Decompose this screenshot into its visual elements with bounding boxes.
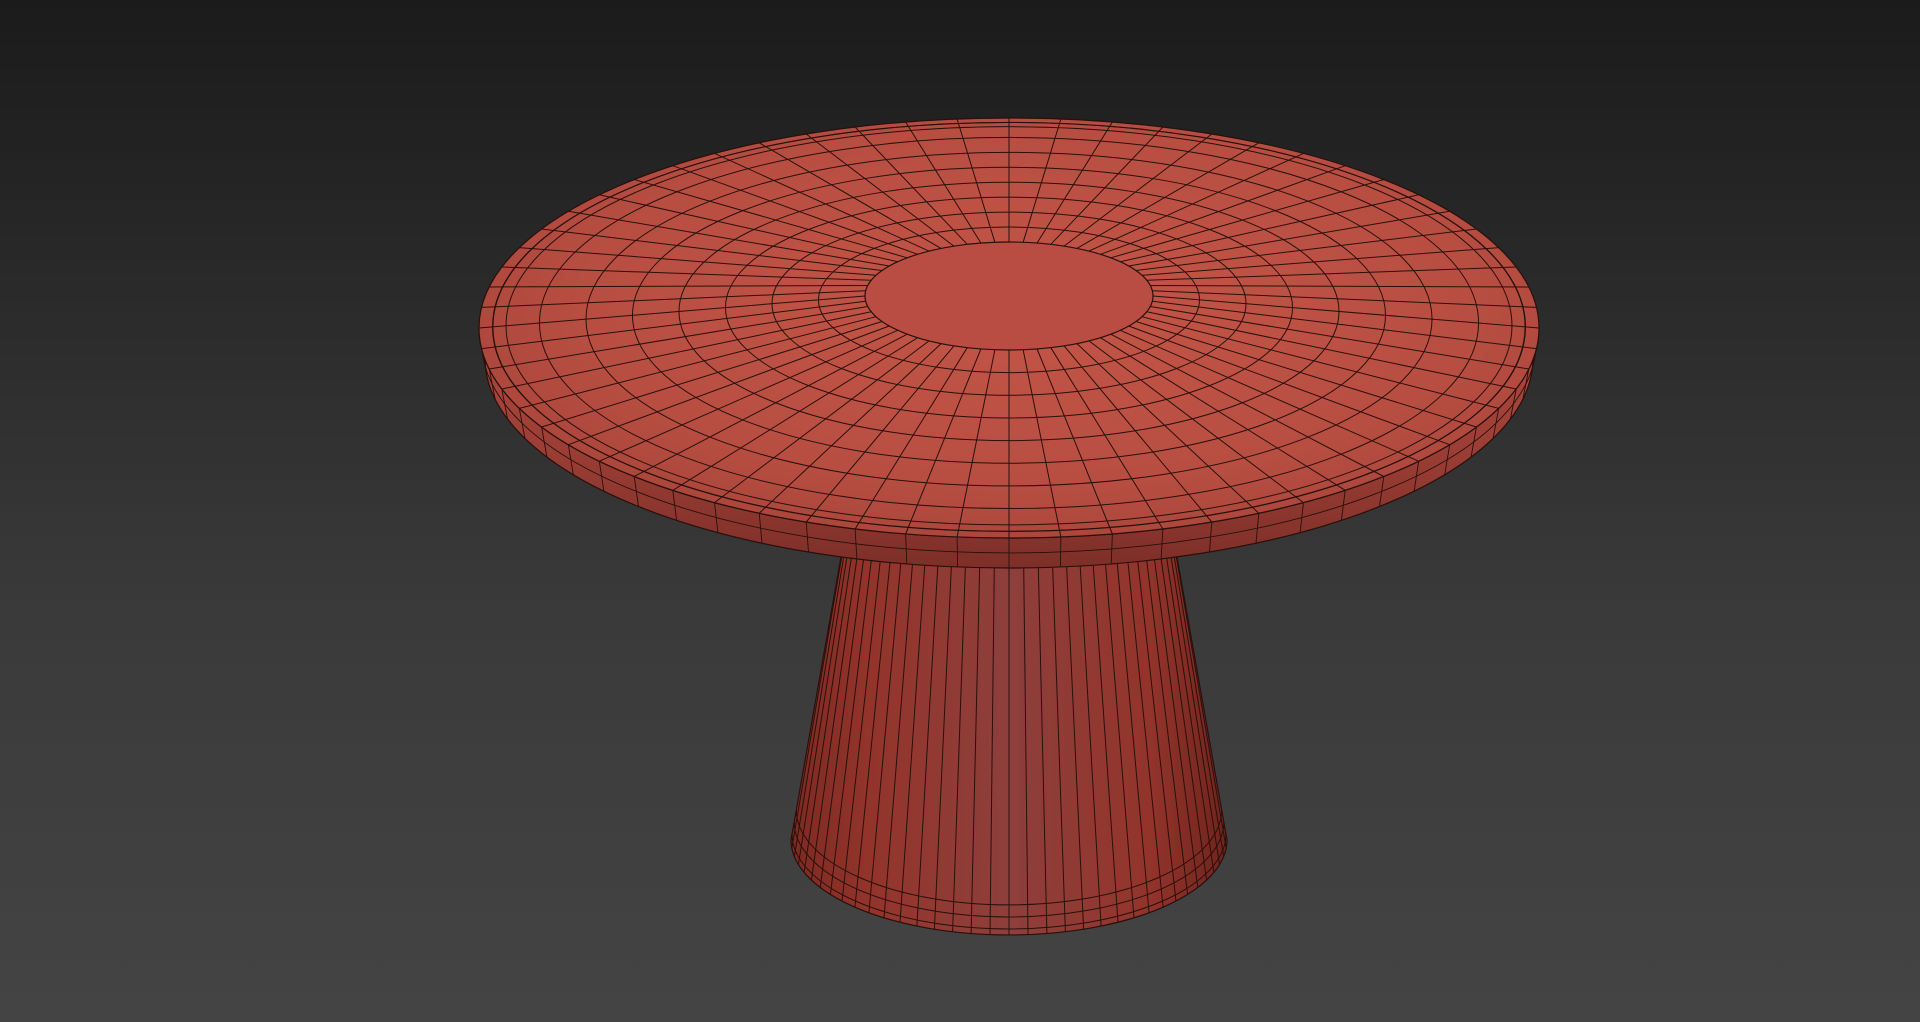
pedestal-base[interactable] (790, 539, 1228, 936)
tabletop[interactable] (478, 117, 1540, 569)
3d-viewport[interactable] (0, 0, 1920, 1022)
scene-canvas[interactable] (0, 0, 1920, 1022)
